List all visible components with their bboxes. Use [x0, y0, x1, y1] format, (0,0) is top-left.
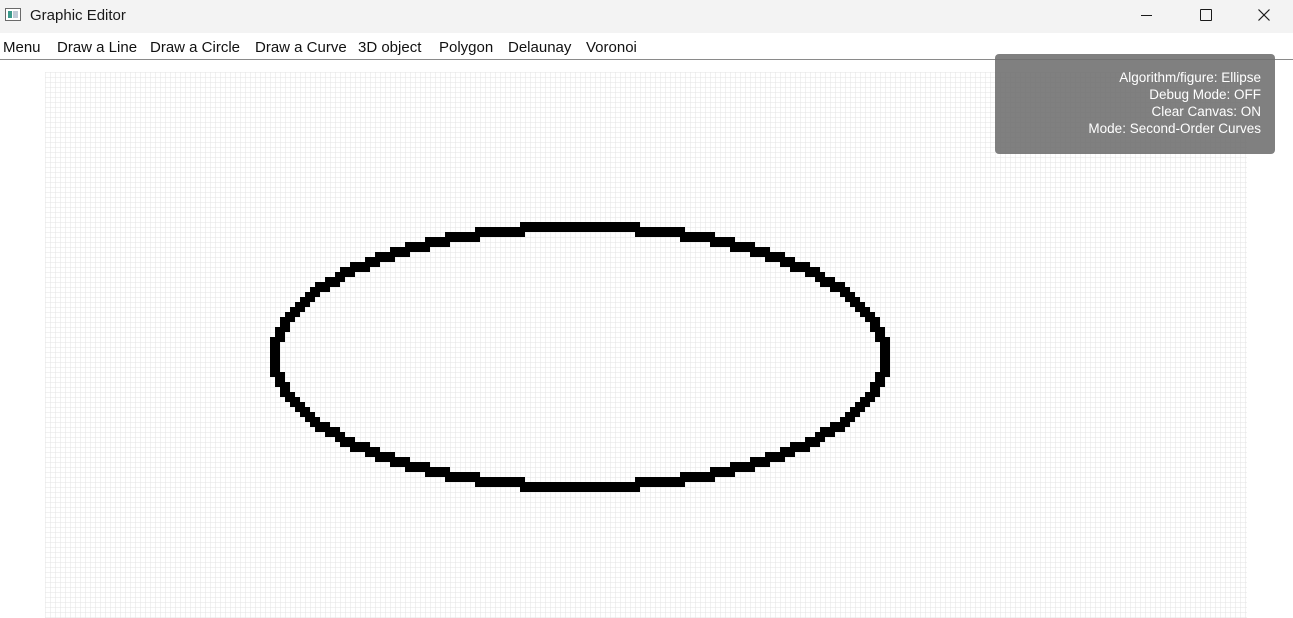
maximize-icon [1200, 9, 1212, 21]
window-title: Graphic Editor [30, 7, 126, 24]
close-button[interactable] [1235, 0, 1293, 31]
menu-item-menu[interactable]: Menu [3, 39, 41, 56]
menu-item-delaunay[interactable]: Delaunay [508, 39, 571, 56]
status-debug-mode: Debug Mode: OFF [1149, 87, 1261, 102]
menu-item-voronoi[interactable]: Voronoi [586, 39, 637, 56]
ellipse-pixel [880, 352, 890, 362]
menu-item-draw-line[interactable]: Draw a Line [57, 39, 137, 56]
minimize-button[interactable] [1118, 0, 1176, 31]
menu-item-3d-object[interactable]: 3D object [358, 39, 421, 56]
menu-item-draw-curve[interactable]: Draw a Curve [255, 39, 347, 56]
minimize-icon [1141, 15, 1152, 16]
app-window-icon [5, 8, 21, 21]
app-window: Graphic Editor Menu Draw a Line Draw a C… [0, 0, 1293, 618]
ellipse-pixel [270, 352, 280, 362]
status-mode: Mode: Second-Order Curves [1088, 121, 1261, 136]
maximize-button[interactable] [1176, 0, 1234, 31]
status-algorithm: Algorithm/figure: Ellipse [1119, 70, 1261, 85]
menu-item-draw-circle[interactable]: Draw a Circle [150, 39, 240, 56]
status-clear-canvas: Clear Canvas: ON [1151, 104, 1261, 119]
title-bar[interactable]: Graphic Editor [0, 0, 1293, 33]
status-overlay: Algorithm/figure: Ellipse Debug Mode: OF… [995, 54, 1275, 154]
menu-item-polygon[interactable]: Polygon [439, 39, 493, 56]
close-icon [1258, 9, 1270, 21]
